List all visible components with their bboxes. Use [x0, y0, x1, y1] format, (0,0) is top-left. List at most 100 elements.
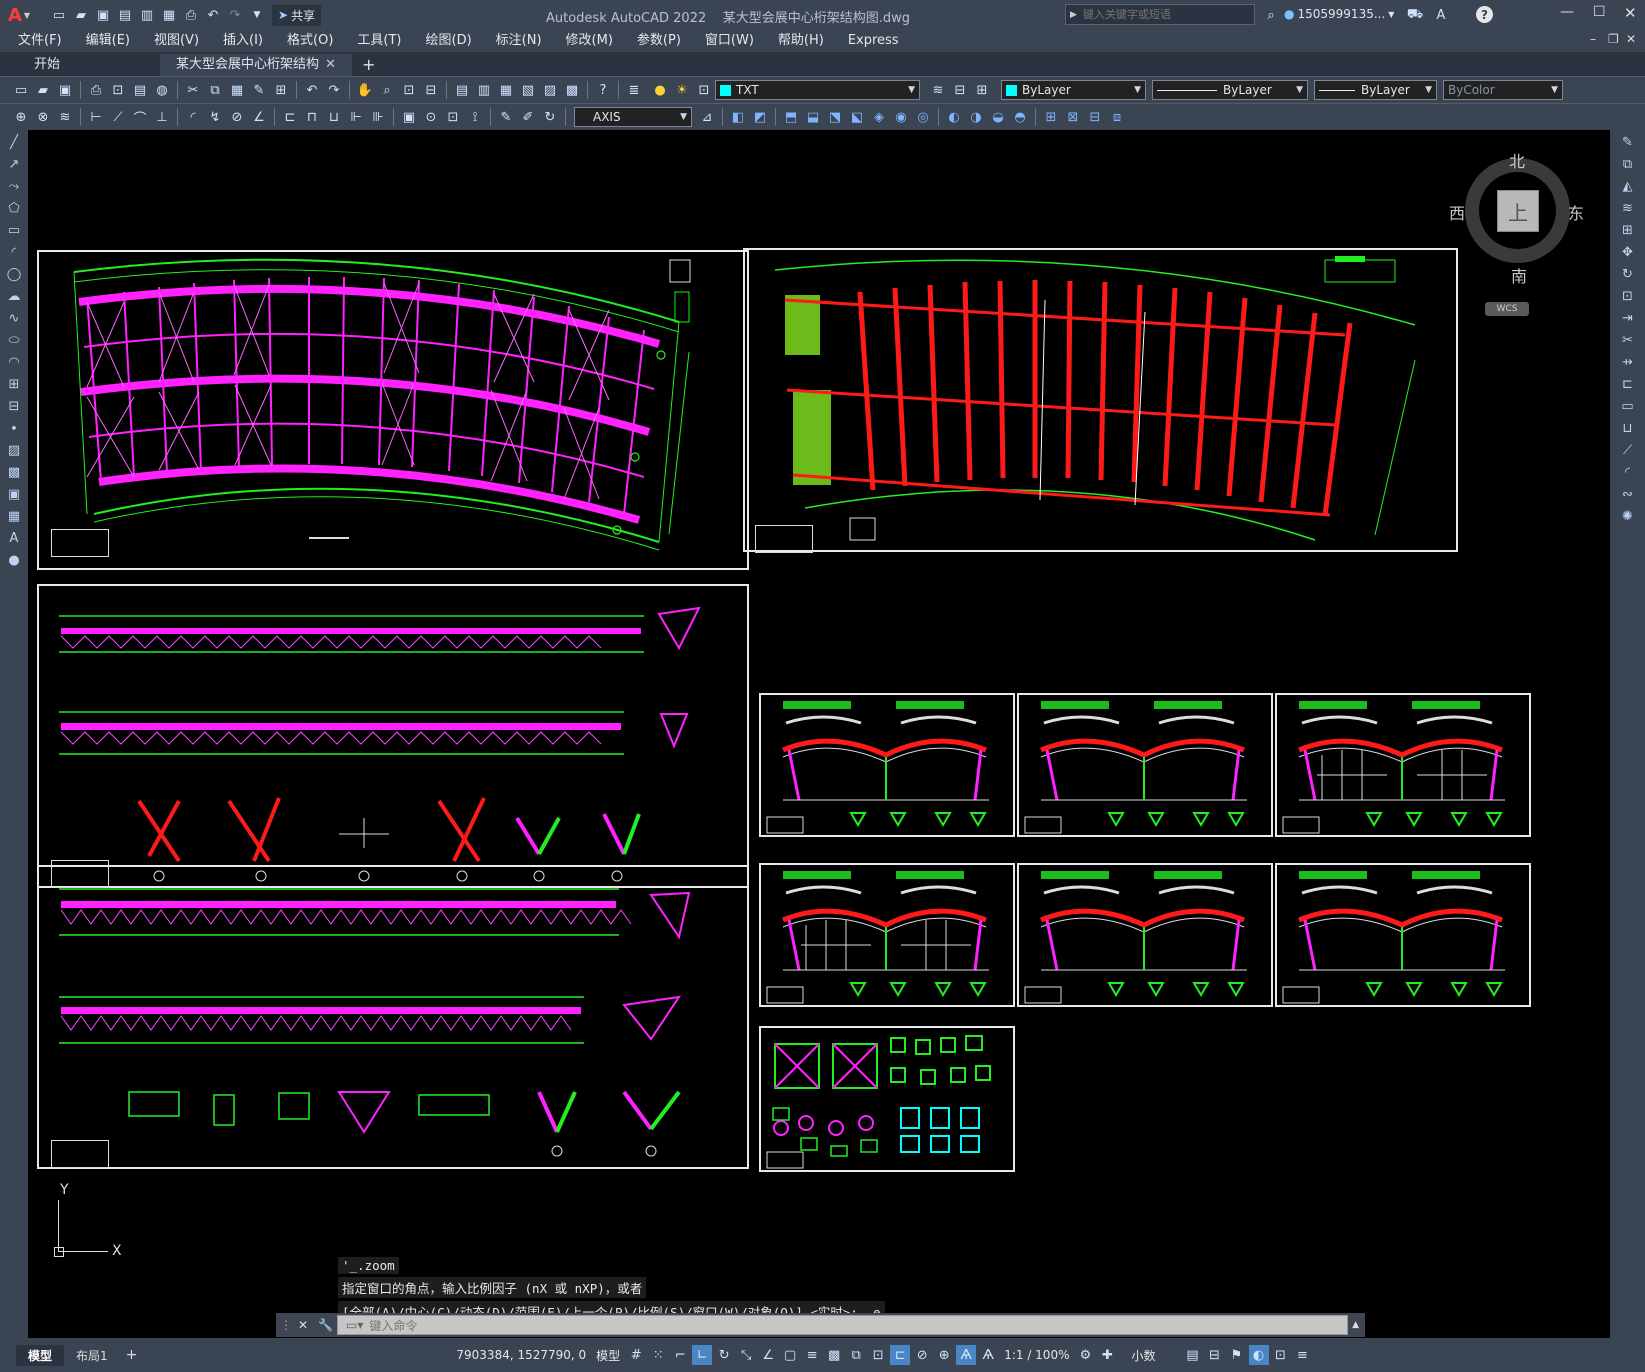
customize-menu-icon[interactable]: ≡ — [1293, 1345, 1313, 1365]
cut-icon[interactable]: ✂ — [183, 80, 203, 100]
save-icon[interactable]: ▣ — [55, 80, 75, 100]
compass-west[interactable]: 西 — [1449, 200, 1465, 224]
annotation-monitor-icon[interactable]: ✚ — [1097, 1345, 1117, 1365]
align3d-icon[interactable]: ⊟ — [1085, 107, 1105, 127]
aligned-dim-icon[interactable]: ⟋ — [108, 107, 128, 127]
offset-icon[interactable]: ≋ — [1618, 198, 1638, 218]
user-account[interactable]: ● 1505999135... ▼ — [1284, 7, 1394, 21]
model-space-button[interactable]: 模型 — [591, 1347, 625, 1364]
autodesk-app-icon[interactable]: A — [1431, 5, 1451, 25]
break-at-point-icon[interactable]: ⊏ — [1618, 374, 1638, 394]
maximize-icon[interactable]: ☐ — [1593, 4, 1606, 20]
design-center-icon[interactable]: ▥ — [474, 80, 494, 100]
subtract-icon[interactable]: ◎ — [913, 107, 933, 127]
table-icon[interactable]: ▦ — [4, 506, 24, 526]
menu-item[interactable]: 文件(F) — [6, 30, 74, 52]
cart-icon[interactable]: ⛟ — [1405, 5, 1425, 25]
transparency-icon[interactable]: ▩ — [824, 1345, 844, 1365]
dimtedit-icon[interactable]: ✐ — [518, 107, 538, 127]
tab-model[interactable]: 模型 — [16, 1344, 65, 1366]
stretch-icon[interactable]: ⇥ — [1618, 308, 1638, 328]
preview-icon[interactable]: ⊡ — [108, 80, 128, 100]
3dprint-icon[interactable]: ◍ — [152, 80, 172, 100]
ellipse-icon[interactable]: ⬭ — [4, 330, 24, 350]
annotation-scale[interactable]: 1:1 / 100% — [999, 1348, 1074, 1362]
dimedit-icon[interactable]: ✎ — [496, 107, 516, 127]
lock-ui-icon[interactable]: ⊟ — [1205, 1345, 1225, 1365]
sheetset-icon[interactable]: ▧ — [518, 80, 538, 100]
arc-icon[interactable]: ◜ — [4, 242, 24, 262]
slice-icon[interactable]: ◐ — [944, 107, 964, 127]
blend-icon[interactable]: ∾ — [1618, 484, 1638, 504]
mtext-icon[interactable]: A — [4, 528, 24, 548]
doc-minimize-icon[interactable]: – — [1590, 32, 1596, 46]
sheet-frame-section[interactable] — [1275, 693, 1531, 837]
wedge-icon[interactable]: ◩ — [750, 107, 770, 127]
menu-item[interactable]: 帮助(H) — [766, 30, 836, 52]
join-icon[interactable]: ⊔ — [1618, 418, 1638, 438]
array-icon[interactable]: ⊞ — [1618, 220, 1638, 240]
qat-dropdown-icon[interactable]: ▼ — [247, 5, 267, 25]
revision-cloud-icon[interactable]: ☁ — [4, 286, 24, 306]
infer-icon[interactable]: ⌐ — [670, 1345, 690, 1365]
3d-osnap-icon[interactable]: ⊡ — [868, 1345, 888, 1365]
publish-icon[interactable]: ▤ — [130, 80, 150, 100]
doc-restore-icon[interactable]: ❐ — [1608, 32, 1619, 46]
graphics-performance-icon[interactable]: ◐ — [1248, 1345, 1269, 1365]
tab-start[interactable]: 开始 — [18, 54, 160, 76]
search-box[interactable]: ▶ — [1065, 4, 1255, 25]
compass-north[interactable]: 北 — [1509, 148, 1525, 172]
selection-filter-icon[interactable]: ⊘ — [912, 1345, 932, 1365]
menu-item[interactable]: 工具(T) — [345, 30, 413, 52]
dimstyle-dropdown[interactable]: AXIS ▼ — [574, 107, 692, 127]
inspect-icon[interactable]: ⊡ — [443, 107, 463, 127]
box-icon[interactable]: ◧ — [728, 107, 748, 127]
menu-item[interactable]: Express — [836, 30, 911, 52]
flatshot-icon[interactable]: ◓ — [1010, 107, 1030, 127]
construction-line-icon[interactable]: ↗ — [4, 154, 24, 174]
break-icon[interactable]: ⊪ — [368, 107, 388, 127]
linetype-dropdown[interactable]: ByLayer ▼ — [1152, 80, 1308, 100]
zoom-previous-icon[interactable]: ⊟ — [421, 80, 441, 100]
search-input[interactable] — [1080, 7, 1245, 22]
menu-item[interactable]: 插入(I) — [211, 30, 275, 52]
presspull-icon[interactable]: ⬓ — [803, 107, 823, 127]
break-icon[interactable]: ▭ — [1618, 396, 1638, 416]
ellipse-arc-icon[interactable]: ◠ — [4, 352, 24, 372]
color-dropdown[interactable]: ByLayer ▼ — [1001, 80, 1146, 100]
undo-icon[interactable]: ↶ — [302, 80, 322, 100]
zoom-window-icon[interactable]: ⊡ — [399, 80, 419, 100]
undo-icon[interactable]: ↶ — [203, 5, 223, 25]
sheet-roof-purlin-plan[interactable] — [743, 248, 1458, 553]
copy-object-icon[interactable]: ⧉ — [1618, 154, 1638, 174]
isodraft-icon[interactable]: ⤡ — [736, 1345, 756, 1365]
viewcube[interactable]: 上 北 南 西 东 WCS — [1449, 148, 1595, 318]
menu-item[interactable]: 参数(P) — [625, 30, 693, 52]
units-display[interactable]: 小数 — [1126, 1347, 1160, 1364]
insert-icon[interactable]: ⊕ — [11, 107, 31, 127]
insert-block-icon[interactable]: ⊞ — [4, 374, 24, 394]
section-icon[interactable]: ◒ — [988, 107, 1008, 127]
menu-item[interactable]: 绘图(D) — [414, 30, 484, 52]
open-icon[interactable]: ▰ — [33, 80, 53, 100]
quick-properties-icon[interactable]: ▤ — [1183, 1345, 1203, 1365]
ordinate-icon[interactable]: ⊥ — [152, 107, 172, 127]
angular-icon[interactable]: ∠ — [249, 107, 269, 127]
lineweight-dropdown[interactable]: ByLayer ▼ — [1314, 80, 1437, 100]
menu-item[interactable]: 编辑(E) — [74, 30, 142, 52]
spline-icon[interactable]: ∿ — [4, 308, 24, 328]
revolve-icon[interactable]: ⬕ — [847, 107, 867, 127]
wcs-menu[interactable]: WCS — [1485, 302, 1529, 316]
menu-item[interactable]: 视图(V) — [142, 30, 211, 52]
zoom-realtime-icon[interactable]: ⌕ — [377, 80, 397, 100]
cmd-customize-icon[interactable]: 🔧 — [318, 1318, 333, 1332]
drawing-canvas[interactable]: Y X — [28, 130, 1610, 1338]
array3d-icon[interactable]: ⧈ — [1107, 107, 1127, 127]
sheet-truss-elevation-1[interactable] — [37, 584, 749, 888]
interfere-icon[interactable]: ◑ — [966, 107, 986, 127]
plotstyle-dropdown[interactable]: ByColor ▼ — [1443, 80, 1563, 100]
paste-icon[interactable]: ▦ — [227, 80, 247, 100]
selection-cycling-icon[interactable]: ⧉ — [846, 1345, 866, 1365]
xref-icon[interactable]: ⊗ — [33, 107, 53, 127]
arc-length-icon[interactable]: ⌒ — [130, 107, 150, 127]
